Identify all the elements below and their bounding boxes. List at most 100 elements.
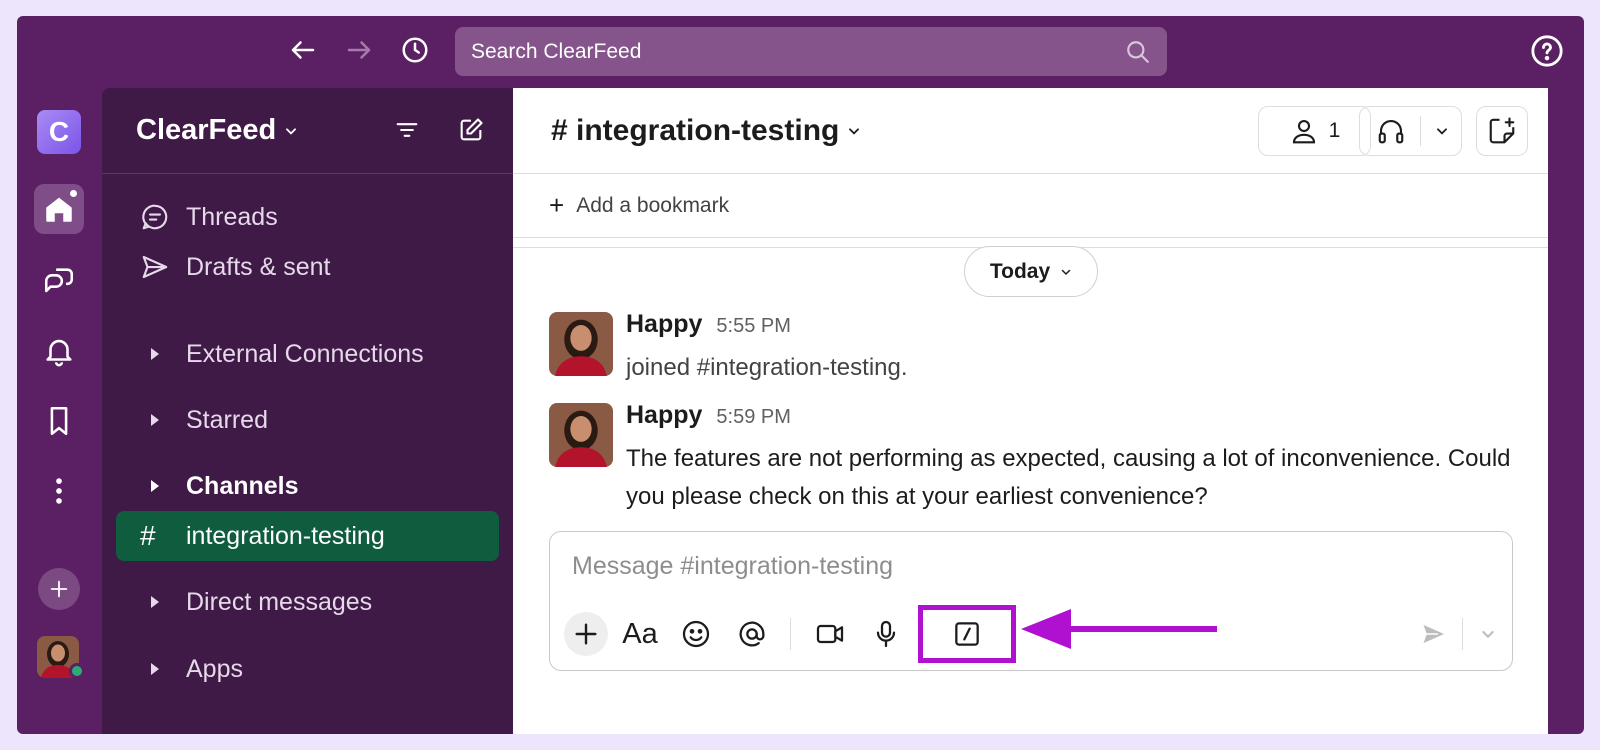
top-bar: Search ClearFeed [17, 16, 1584, 88]
plus-icon: + [549, 190, 565, 220]
sidebar-item-drafts[interactable]: Drafts & sent [102, 245, 513, 289]
date-divider-button[interactable]: Today [964, 246, 1098, 297]
sidebar-item-label: integration-testing [186, 521, 385, 550]
plus-icon [50, 580, 68, 598]
send-button[interactable] [1412, 612, 1456, 656]
message-avatar[interactable] [549, 403, 613, 467]
person-icon [1292, 119, 1315, 144]
at-sign-icon [739, 621, 765, 647]
add-bookmark-button[interactable]: + Add a bookmark [513, 174, 1548, 238]
send-icon [1420, 621, 1448, 647]
more-button[interactable] [34, 466, 84, 516]
bell-icon [46, 339, 72, 367]
hash-icon: # [140, 520, 156, 551]
canvas-note-icon [1489, 117, 1515, 144]
search-icon [1127, 40, 1149, 63]
video-clip-button[interactable] [808, 612, 852, 656]
audio-clip-button[interactable] [864, 612, 908, 656]
attach-button[interactable] [564, 612, 608, 656]
workspace-logo[interactable]: C [37, 110, 81, 154]
formatting-button[interactable]: Aa [618, 612, 662, 656]
caret-right-icon [151, 348, 159, 360]
microphone-icon [876, 620, 896, 648]
add-workspace-button[interactable] [38, 568, 80, 610]
send-icon [142, 255, 168, 279]
sidebar-item-label: Channels [186, 471, 299, 500]
message-text: joined #integration-testing. [626, 354, 908, 381]
sidebar-header: ClearFeed [102, 88, 513, 174]
history-clock-icon[interactable] [397, 32, 433, 68]
help-icon[interactable] [1530, 34, 1564, 68]
sidebar-section-direct-messages[interactable]: Direct messages [102, 580, 513, 624]
caret-right-icon [151, 480, 159, 492]
more-vertical-icon [56, 478, 62, 504]
sidebar-item-label: Direct messages [186, 587, 373, 616]
emoji-button[interactable] [674, 612, 718, 656]
home-button[interactable] [34, 184, 84, 234]
sidebar-item-integration-testing[interactable]: # integration-testing [116, 511, 499, 561]
bookmark-label: Add a bookmark [576, 193, 730, 217]
members-button[interactable]: 1 [1258, 106, 1371, 156]
chevron-down-icon [1482, 631, 1494, 639]
canvas-button[interactable] [1476, 106, 1528, 156]
channel-header: # integration-testing 1 [513, 88, 1548, 174]
search-input[interactable]: Search ClearFeed [455, 27, 1167, 76]
mention-button[interactable] [730, 612, 774, 656]
divider [1420, 116, 1421, 146]
dms-button[interactable] [34, 256, 84, 306]
chevron-down-icon [1061, 269, 1071, 275]
text-format-icon: Aa [622, 617, 658, 650]
threads-icon [142, 204, 168, 230]
activity-button[interactable] [34, 326, 84, 376]
channel-sidebar: ClearFeed Threads Drafts & sent External… [102, 88, 513, 734]
sidebar-section-apps[interactable]: Apps [102, 647, 513, 691]
presence-indicator [69, 663, 85, 679]
caret-right-icon [151, 596, 159, 608]
chevron-down-icon[interactable] [284, 124, 298, 138]
plus-icon [575, 623, 597, 645]
date-label: Today [989, 259, 1051, 283]
message-avatar[interactable] [549, 312, 613, 376]
channel-title-button[interactable]: # integration-testing [551, 114, 839, 148]
huddle-button[interactable] [1359, 106, 1462, 156]
sidebar-item-label: Starred [186, 405, 268, 434]
chevron-down-icon[interactable] [1435, 124, 1449, 138]
sidebar-item-label: External Connections [186, 339, 424, 368]
sidebar-item-label: Threads [186, 202, 278, 231]
caret-right-icon [151, 414, 159, 426]
message-text: The features are not performing as expec… [626, 445, 1511, 510]
sidebar-item-label: Drafts & sent [186, 252, 331, 281]
bookmark-icon [50, 406, 68, 436]
sidebar-section-channels[interactable]: Channels [102, 464, 513, 508]
sidebar-section-starred[interactable]: Starred [102, 398, 513, 442]
workspace-name-button[interactable]: ClearFeed [136, 114, 276, 147]
caret-right-icon [151, 663, 159, 675]
later-button[interactable] [34, 396, 84, 446]
chat-bubbles-icon [44, 268, 74, 293]
search-placeholder: Search ClearFeed [471, 39, 642, 63]
sidebar-section-external-connections[interactable]: External Connections [102, 332, 513, 376]
video-camera-icon [816, 624, 844, 644]
back-arrow-icon[interactable] [285, 32, 321, 68]
chevron-down-icon[interactable] [847, 124, 861, 138]
sidebar-item-threads[interactable]: Threads [102, 195, 513, 239]
forward-arrow-icon[interactable] [341, 32, 377, 68]
headphones-icon [1378, 119, 1404, 144]
schedule-send-button[interactable] [1466, 612, 1510, 656]
message-author[interactable]: Happy [626, 401, 702, 430]
unread-dot [68, 188, 79, 199]
message-timestamp[interactable]: 5:55 PM [716, 315, 790, 338]
message-author[interactable]: Happy [626, 310, 702, 339]
sidebar-item-label: Apps [186, 654, 243, 683]
toolbar-divider [1462, 618, 1463, 650]
filter-icon[interactable] [393, 116, 421, 144]
message-timestamp[interactable]: 5:59 PM [716, 406, 790, 429]
app-window: Search ClearFeed C ClearFeed Threads Dra… [17, 16, 1584, 734]
toolbar-divider [790, 618, 791, 650]
smiley-icon [682, 620, 710, 648]
highlight-box [918, 605, 1016, 663]
compose-icon[interactable] [457, 116, 485, 144]
workspace-rail: C [17, 88, 102, 734]
annotation-arrow-icon [1021, 609, 1217, 649]
member-count: 1 [1328, 119, 1341, 142]
